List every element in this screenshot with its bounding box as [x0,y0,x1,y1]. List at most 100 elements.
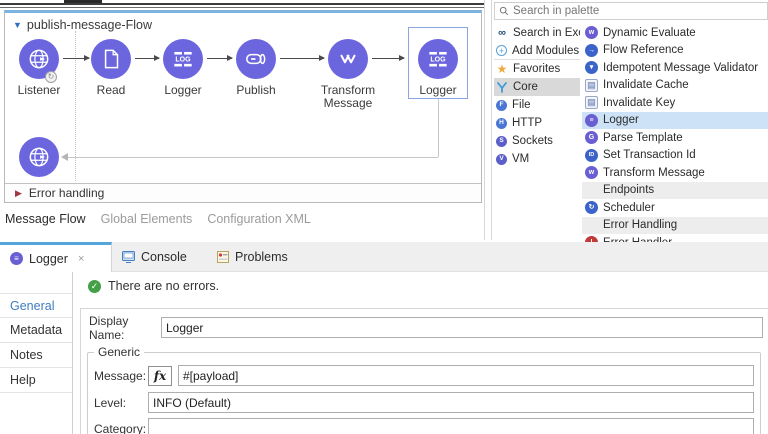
node-label: Logger [419,83,457,97]
http-module-icon: H [496,117,507,129]
sidebar-item-metadata[interactable]: Metadata [0,318,72,343]
tab-console[interactable]: Console [122,242,187,272]
error-handling-section[interactable]: ▶ Error handling [5,183,481,202]
tab-global-elements[interactable]: Global Elements [101,212,193,226]
item-label: Transform Message [603,166,705,179]
palette-item-invalidate-cache[interactable]: ▤ Invalidate Cache [582,77,768,95]
vertical-sash[interactable] [484,0,492,240]
level-combo[interactable] [148,392,754,413]
problems-icon [216,251,229,264]
flow-node-transform-message[interactable] [328,39,368,79]
editor-tab-stub [64,0,102,3]
sidebar-item-general[interactable]: General [0,293,72,318]
category-label: Search in Excha [513,27,580,39]
sockets-module-icon: S [496,135,507,147]
exchange-icon: ∞ [498,27,506,39]
display-name-input[interactable] [161,317,763,338]
category-add-modules[interactable]: + Add Modules [494,42,580,60]
collapse-triangle-icon[interactable]: ▼ [13,20,22,30]
error-handling-label: Error handling [28,186,105,200]
log-icon: LOG [174,51,192,67]
mule-core-icon [496,81,508,93]
category-label: Favorites [513,63,561,75]
generic-group: Generic Message: fx Level: Category: [87,345,761,434]
message-label: Message: [94,368,147,383]
vm-module-icon: V [496,153,507,165]
invalidate-key-icon: ▤ [585,96,598,110]
palette-search-box[interactable] [494,2,768,20]
category-core[interactable]: Core [494,78,580,96]
flow-node-logger-1[interactable]: LOG [163,39,203,79]
fx-expression-button[interactable]: fx [148,365,172,386]
expand-triangle-icon[interactable]: ▶ [15,188,22,199]
tab-message-flow[interactable]: Message Flow [5,212,86,226]
category-file[interactable]: F File [494,96,580,114]
palette-item-set-transaction-id[interactable]: ID Set Transaction Id [582,147,768,165]
category-search-in-exchange[interactable]: ∞ Search in Excha [494,24,580,42]
message-input[interactable] [178,365,754,386]
tab-label: Problems [235,250,288,264]
category-input[interactable] [148,418,754,434]
log-icon: LOG [429,51,447,67]
item-label: Set Transaction Id [603,149,696,162]
node-label: Listener [17,83,61,97]
flow-title[interactable]: ▼ publish-message-Flow [13,18,152,32]
palette-item-transform-message[interactable]: w Transform Message [582,164,768,182]
flow-arrow [135,55,160,61]
tab-label: Logger [29,251,68,266]
bottom-panel-tab-bar: ≡ Logger × Console Problems [0,242,768,272]
status-text: There are no errors. [108,279,220,293]
palette-group-error-handling[interactable]: Error Handling [582,216,768,234]
mule-palette: ∞ Search in Excha + Add Modules ★ Favori… [492,0,768,242]
dataweave-icon [340,54,356,64]
listener-config-badge-icon[interactable]: ↻ [45,71,57,83]
palette-item-scheduler[interactable]: ↻ Scheduler [582,199,768,217]
category-favorites[interactable]: ★ Favorites [494,60,580,78]
category-label: Category: [94,421,147,434]
palette-item-invalidate-key[interactable]: ▤ Invalidate Key [582,94,768,112]
category-label: HTTP [512,117,543,129]
flow-reference-icon: → [585,43,598,57]
palette-item-dynamic-evaluate[interactable]: w Dynamic Evaluate [582,24,768,42]
flow-node-listener-response[interactable] [19,137,59,177]
category-label: File [512,99,531,111]
flow-canvas[interactable]: ▼ publish-message-Flow ↻ Listener Read LO… [4,10,482,203]
transform-message-icon: w [585,166,598,180]
category-vm[interactable]: V VM [494,150,580,168]
palette-item-parse-template[interactable]: G Parse Template [582,129,768,147]
palette-item-flow-reference[interactable]: → Flow Reference [582,42,768,60]
palette-item-error-handler[interactable]: !Error Handler [582,234,768,242]
node-label: Read [96,83,126,97]
item-label: Invalidate Cache [603,79,689,92]
tab-configuration-xml[interactable]: Configuration XML [207,212,311,226]
sidebar-item-notes[interactable]: Notes [0,343,72,368]
message-row: Message: fx [94,365,754,386]
svg-text:LOG: LOG [430,57,446,64]
palette-item-logger[interactable]: ≡ Logger [582,111,768,129]
tab-problems[interactable]: Problems [216,242,288,272]
logger-properties-panel: General Metadata Notes Help ✓ There are … [0,272,768,434]
palette-search-input[interactable] [513,5,713,17]
svg-text:LOG: LOG [175,57,191,64]
category-http[interactable]: H HTTP [494,114,580,132]
item-label: Logger [603,114,639,127]
add-modules-icon: + [496,45,507,56]
publish-icon [246,53,266,65]
item-label: Invalidate Key [603,96,676,109]
item-label: Flow Reference [603,44,684,57]
palette-item-idempotent-message-validator[interactable]: ▾ Idempotent Message Validator [582,59,768,77]
close-icon[interactable]: × [78,253,84,265]
globe-icon [29,147,49,167]
category-sockets[interactable]: S Sockets [494,132,580,150]
console-icon [122,251,135,264]
sidebar-item-help[interactable]: Help [0,368,72,393]
flow-arrow [207,55,233,61]
flow-node-read[interactable] [91,39,131,79]
flow-title-label: publish-message-Flow [26,18,152,32]
flow-node-logger-2-selected[interactable]: LOG [418,39,458,79]
flow-node-publish[interactable] [236,39,276,79]
group-label: Error Handling [603,219,678,232]
tab-logger-properties[interactable]: ≡ Logger × [0,242,112,272]
palette-group-endpoints[interactable]: Endpoints [582,181,768,199]
category-label: Core [513,81,538,93]
